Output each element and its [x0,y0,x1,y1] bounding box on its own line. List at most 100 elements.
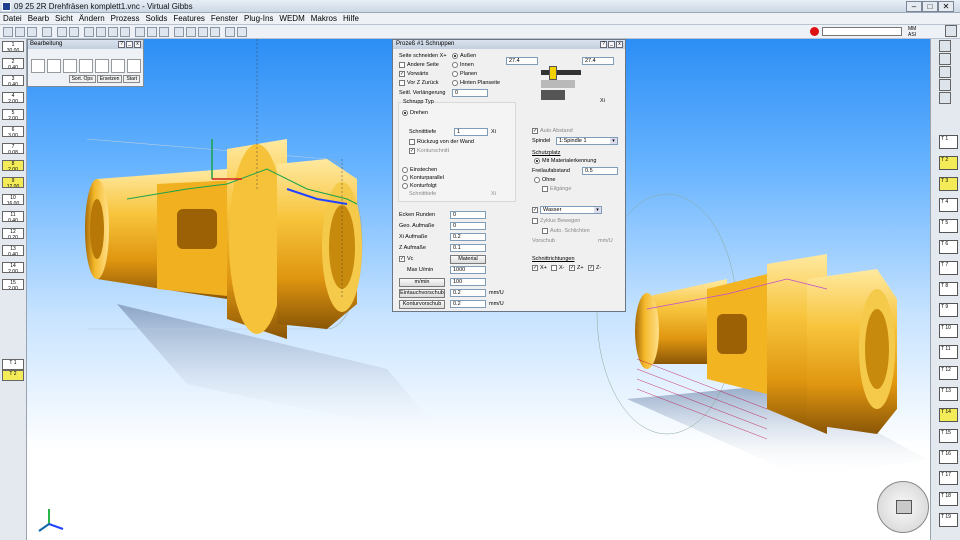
solid-icon[interactable] [147,27,157,37]
zoom-icon[interactable] [174,27,184,37]
right-tool-10[interactable]: T 10 [939,324,958,338]
auto-abstand-check[interactable]: ✓ [532,128,538,134]
maximize-button[interactable]: □ [922,1,938,12]
left-tool-4[interactable]: 4 2.00 [2,92,24,103]
kontur-vorschub-field[interactable]: 0.2 [450,300,486,308]
left-tool-6[interactable]: 6 3.00 [2,126,24,137]
right-tool-1[interactable]: T 1 [939,135,958,149]
geometry-icon[interactable] [84,27,94,37]
konturparallel-radio[interactable] [402,175,408,181]
left-tool-14[interactable]: 14 2.00 [2,262,24,273]
right-tool-11[interactable]: T 11 [939,345,958,359]
max-u-min-field[interactable]: 1000 [450,266,486,274]
konturschnitt-check[interactable]: ✓ [409,148,415,154]
menu-datei[interactable]: Datei [0,14,25,23]
palette-min-button[interactable]: _ [126,41,133,48]
cube-icon[interactable] [896,500,912,514]
ohne-radio[interactable] [534,177,540,183]
view-navigator[interactable] [877,481,929,533]
right-tool-18[interactable]: T 18 [939,492,958,506]
left-tool-12[interactable]: 12 0.20 [2,228,24,239]
hinten-radio[interactable] [452,80,458,86]
open-icon[interactable] [15,27,25,37]
dir-xplus-check[interactable]: ✓ [532,265,538,271]
right-tool-7[interactable]: T 7 [939,261,958,275]
process-icon[interactable] [108,27,118,37]
einstechen-radio[interactable] [402,167,408,173]
right-tool-15[interactable]: T 15 [939,429,958,443]
tool-icon[interactable] [96,27,106,37]
material-button[interactable]: Material [450,255,486,264]
innen-radio[interactable] [452,62,458,68]
left-dim-field[interactable]: 27.4 [506,57,538,65]
spindel-select[interactable]: 1:Spindle 1 [556,137,618,145]
left-tool-11[interactable]: 11 0.40 [2,211,24,222]
minimize-button[interactable]: – [906,1,922,12]
face-op-icon[interactable] [31,59,45,73]
andere-seite-check[interactable] [399,62,405,68]
undo-icon[interactable] [57,27,67,37]
layer-icon[interactable] [939,66,951,78]
rotate-icon[interactable] [198,27,208,37]
dir-xminus-check[interactable] [551,265,557,271]
toolpath-icon[interactable] [120,27,130,37]
menu-features[interactable]: Features [170,14,208,23]
stop-icon[interactable] [810,27,819,36]
left-tool-9[interactable]: 9 12.00 [2,177,24,188]
konturfolgt-radio[interactable] [402,183,408,189]
left-tool-8[interactable]: 8 2.00 [2,160,24,171]
close-button[interactable]: ✕ [938,1,954,12]
drill-op-icon[interactable] [111,59,125,73]
fit-icon[interactable] [210,27,220,37]
measure-icon[interactable] [939,53,951,65]
dialog-min-button[interactable]: _ [608,41,615,48]
right-tool-9[interactable]: T 9 [939,303,958,317]
right-tool-13[interactable]: T 13 [939,387,958,401]
vor-z-check[interactable] [399,80,405,86]
seitl-verl-field[interactable]: 0 [452,89,488,97]
color-icon[interactable] [939,79,951,91]
dialog-close-button[interactable]: x [616,41,623,48]
menu-hilfe[interactable]: Hilfe [340,14,362,23]
start-button[interactable]: Start [123,75,140,83]
right-tool-19[interactable]: T 19 [939,513,958,527]
zyklus-check[interactable] [532,218,538,224]
palette-close-button[interactable]: x [134,41,141,48]
left-tool-13[interactable]: 13 0.40 [2,245,24,256]
contour-op-icon[interactable] [63,59,77,73]
menu-bearb[interactable]: Bearb [25,14,52,23]
measure-icon[interactable] [225,27,235,37]
sort-ops-button[interactable]: Sort. Ops [68,75,96,83]
left-tool-7[interactable]: 7 0.08 [2,143,24,154]
eintauch-field[interactable]: 0.2 [450,289,486,297]
dir-zplus-check[interactable]: ✓ [569,265,575,271]
info-icon[interactable] [237,27,247,37]
kontur-vorschub-button[interactable]: Konturvorschub [399,300,445,309]
menu-makros[interactable]: Makros [308,14,340,23]
replace-button[interactable]: Ersetzen [96,75,123,83]
coolant-select[interactable]: Wasser [540,206,602,214]
right-tool-2[interactable]: T 2 [939,156,958,170]
mill-op-icon[interactable] [127,59,141,73]
left-tool-3[interactable]: 3 0.40 [2,75,24,86]
tool-button-top[interactable] [945,25,957,37]
drehen-radio[interactable] [402,110,408,116]
dialog-help-button[interactable]: ? [600,41,607,48]
z-aufmass-field[interactable]: 0.1 [450,244,486,252]
right-tool-16[interactable]: T 16 [939,450,958,464]
right-tool-6[interactable]: T 6 [939,240,958,254]
m-min-button[interactable]: m/min [399,278,445,287]
dir-zminus-check[interactable]: ✓ [588,265,594,271]
groove-op-icon[interactable] [79,59,93,73]
right-tool-17[interactable]: T 17 [939,471,958,485]
thread-op-icon[interactable] [95,59,109,73]
left-lower-tool-1[interactable]: T 1 [2,359,24,370]
left-tool-2[interactable]: 2 0.40 [2,58,24,69]
left-tool-10[interactable]: 10 16.00 [2,194,24,205]
menu-prozess[interactable]: Prozess [108,14,143,23]
menu-fenster[interactable]: Fenster [208,14,241,23]
left-tool-15[interactable]: 15 2.00 [2,279,24,290]
vc-check[interactable]: ✓ [399,256,405,262]
right-tool-3[interactable]: T 3 [939,177,958,191]
menu-solids[interactable]: Solids [143,14,171,23]
